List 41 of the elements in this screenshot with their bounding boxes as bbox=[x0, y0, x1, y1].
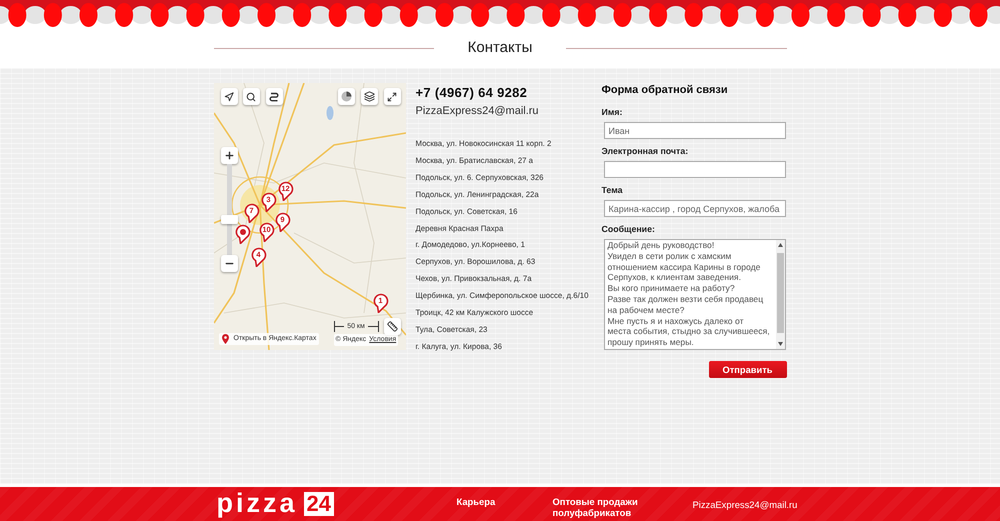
input-field[interactable] bbox=[604, 161, 786, 178]
zoom-slider[interactable] bbox=[220, 164, 238, 255]
locate-button[interactable] bbox=[220, 88, 238, 105]
search-icon bbox=[246, 92, 256, 102]
message-field[interactable]: Добрый день руководство! Увидел в сети ролик с хамским отношением кассира Карины в городе Серпухов, к клиентам заведения. Вы кого принимаете на работу? Разве так должен везти себя продавец на рабочем месте? Мне пусть я и нахожусь далеко от места события, стыдно за случившееся, прошу принять меры. bbox=[604, 239, 786, 350]
map-pin-icon[interactable] bbox=[234, 224, 250, 244]
footer-link[interactable]: Оптовые продажи полуфабрикатов bbox=[552, 496, 692, 518]
shaded-circle-icon bbox=[340, 91, 352, 102]
caret-down-icon[interactable] bbox=[778, 342, 782, 346]
fullscreen-icon bbox=[387, 92, 397, 102]
layers-icon bbox=[364, 91, 374, 102]
navigation-arrow-icon bbox=[224, 92, 234, 102]
fullscreen-button[interactable] bbox=[384, 88, 400, 105]
field-label: Имя: bbox=[602, 107, 622, 118]
plus-icon bbox=[224, 150, 234, 161]
footer-email: PizzaExpress24@mail.ru bbox=[692, 499, 798, 510]
traffic-button[interactable] bbox=[338, 88, 354, 105]
zoom-out-button[interactable] bbox=[220, 255, 238, 272]
zoom-in-button[interactable] bbox=[220, 147, 238, 164]
scrollbar[interactable] bbox=[776, 240, 784, 349]
scrollbar-thumb[interactable] bbox=[776, 253, 784, 333]
contact-email: PizzaExpress24@mail.ru bbox=[416, 104, 540, 118]
map-pin-icon bbox=[222, 334, 228, 344]
form-title: Форма обратной связи bbox=[602, 83, 729, 97]
phone-number: +7 (4967) 64 9282 bbox=[416, 85, 528, 100]
route-icon bbox=[269, 92, 279, 102]
search-button[interactable] bbox=[242, 88, 260, 105]
layers-button[interactable] bbox=[360, 88, 378, 105]
input-field[interactable]: Карина-кассир , город Серпухов, жалоба bbox=[604, 200, 786, 217]
caret-up-icon[interactable] bbox=[778, 243, 782, 247]
input-field[interactable]: Иван bbox=[604, 122, 786, 139]
ruler-icon bbox=[386, 321, 398, 332]
submit-button[interactable]: Отправить bbox=[708, 361, 786, 378]
logo-text: pizza bbox=[216, 489, 298, 517]
logo-badge: 24 bbox=[304, 492, 334, 516]
page-title: Контакты bbox=[468, 39, 532, 57]
field-label: Сообщение: bbox=[602, 224, 655, 235]
footer-link[interactable]: Карьера bbox=[456, 496, 552, 507]
field-label: Тема bbox=[602, 185, 622, 196]
route-button[interactable] bbox=[266, 88, 282, 105]
field-label: Электронная почта: bbox=[602, 146, 688, 157]
